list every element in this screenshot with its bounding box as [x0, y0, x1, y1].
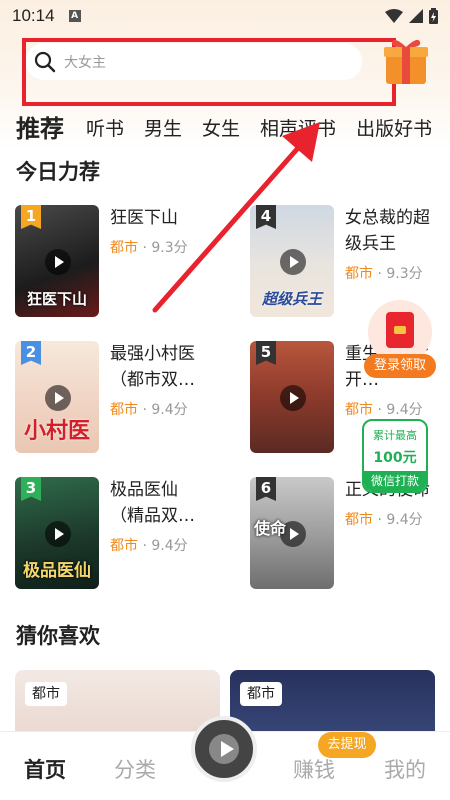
player-disc-button[interactable]: [191, 716, 257, 782]
book-score: · 9.4分: [377, 512, 423, 528]
login-reward-widget[interactable]: 登录领取: [364, 300, 436, 378]
book-item[interactable]: 3 极品医仙 极品医仙（精品双… 都市 · 9.4分: [15, 477, 215, 589]
book-title[interactable]: 女总裁的超级兵王: [345, 205, 445, 257]
wifi-icon: [385, 9, 403, 23]
signal-icon: [409, 9, 423, 23]
status-icons: [385, 8, 438, 24]
book-category: 都市: [345, 402, 373, 418]
book-cover[interactable]: 6 使命: [250, 477, 334, 589]
cover-title: 超级兵王: [261, 290, 322, 308]
book-cover[interactable]: 1 狂医下山: [15, 205, 99, 317]
tab-crosstalk[interactable]: 相声评书: [260, 114, 336, 144]
search-highlight-annotation: [22, 38, 396, 106]
payout-line-3: 微信打款: [364, 471, 426, 491]
book-category: 都市: [110, 538, 138, 554]
book-item[interactable]: 1 狂医下山 狂医下山 都市 · 9.3分: [15, 205, 215, 317]
rank-badge: 5: [256, 341, 276, 365]
tab-audiobooks[interactable]: 听书: [86, 114, 124, 144]
book-score: · 9.4分: [377, 402, 423, 418]
payout-amount: 100元: [373, 450, 417, 466]
book-category: 都市: [110, 402, 138, 418]
payout-line-1: 累计最高: [373, 429, 417, 442]
book-score: · 9.4分: [142, 402, 188, 418]
book-meta: 都市 · 9.4分: [345, 509, 423, 529]
tab-published[interactable]: 出版好书: [356, 114, 432, 144]
book-score: · 9.4分: [142, 538, 188, 554]
book-meta: 都市 · 9.3分: [110, 237, 188, 257]
book-category: 都市: [345, 266, 373, 282]
play-icon[interactable]: [280, 249, 306, 275]
nav-category[interactable]: 分类: [114, 754, 156, 784]
tab-recommend[interactable]: 推荐: [16, 114, 64, 144]
book-category: 都市: [345, 512, 373, 528]
cover-title: 使命: [254, 519, 287, 538]
rank-badge: 6: [256, 477, 276, 501]
guess-you-like-title: 猜你喜欢: [16, 624, 100, 648]
login-reward-label[interactable]: 登录领取: [364, 354, 436, 378]
rank-badge: 4: [256, 205, 276, 229]
notification-a-icon: A: [68, 10, 81, 22]
today-recommend-title: 今日力荐: [16, 160, 100, 184]
nav-mine[interactable]: 我的: [384, 754, 426, 784]
gift-icon[interactable]: [382, 34, 430, 86]
battery-icon: [429, 8, 438, 24]
book-cover[interactable]: 4 超级兵王: [250, 205, 334, 317]
red-envelope-icon: [386, 312, 414, 348]
cover-title: 小村医: [23, 419, 90, 444]
play-icon[interactable]: [280, 385, 306, 411]
card-category-tag: 都市: [240, 682, 282, 706]
book-score: · 9.3分: [377, 266, 423, 282]
card-category-tag: 都市: [25, 682, 67, 706]
book-title[interactable]: 狂医下山: [110, 205, 210, 231]
book-title[interactable]: 极品医仙（精品双…: [110, 477, 210, 529]
play-icon[interactable]: [45, 385, 71, 411]
nav-earn[interactable]: 赚钱: [293, 754, 335, 784]
rank-badge: 2: [21, 341, 41, 365]
category-tabs: 推荐 听书 男生 女生 相声评书 出版好书: [16, 108, 450, 144]
book-item[interactable]: 6 使命 正义的使命 都市 · 9.4分: [250, 477, 450, 589]
status-bar: 10:14 A: [0, 0, 450, 32]
tab-female[interactable]: 女生: [202, 114, 240, 144]
cover-title: 狂医下山: [26, 290, 87, 308]
cover-title: 极品医仙: [23, 561, 91, 581]
play-icon[interactable]: [45, 521, 71, 547]
status-time: 10:14: [12, 6, 55, 25]
nav-home[interactable]: 首页: [24, 754, 66, 784]
tab-male[interactable]: 男生: [144, 114, 182, 144]
book-cover[interactable]: 3 极品医仙: [15, 477, 99, 589]
withdraw-badge[interactable]: 去提现: [318, 732, 376, 758]
play-icon[interactable]: [45, 249, 71, 275]
book-score: · 9.3分: [142, 240, 188, 256]
book-meta: 都市 · 9.3分: [345, 263, 423, 283]
book-category: 都市: [110, 240, 138, 256]
book-item[interactable]: 2 小村医 最强小村医（都市双… 都市 · 9.4分: [15, 341, 215, 453]
book-cover[interactable]: 5: [250, 341, 334, 453]
book-title[interactable]: 最强小村医（都市双…: [110, 341, 210, 393]
book-meta: 都市 · 9.4分: [110, 535, 188, 555]
wechat-payout-widget[interactable]: 累计最高 100元 微信打款: [362, 419, 428, 493]
book-cover[interactable]: 2 小村医: [15, 341, 99, 453]
book-meta: 都市 · 9.4分: [110, 399, 188, 419]
rank-badge: 1: [21, 205, 41, 229]
rank-badge: 3: [21, 477, 41, 501]
book-meta: 都市 · 9.4分: [345, 399, 423, 419]
